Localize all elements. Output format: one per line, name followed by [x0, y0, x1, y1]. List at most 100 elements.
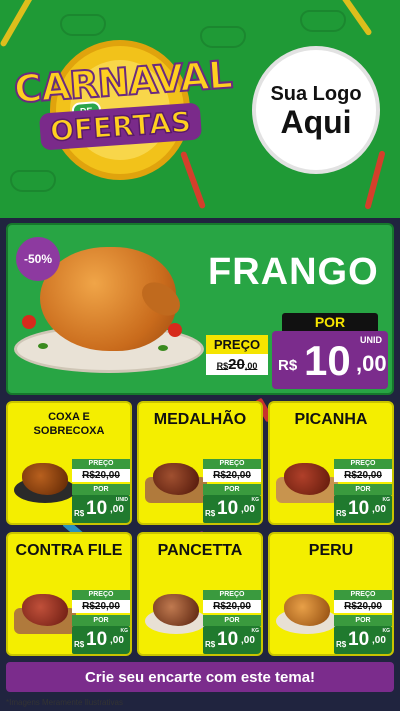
new-price-unit: UNID	[360, 335, 382, 345]
old-price-value: R$20,00	[334, 600, 392, 613]
new-price-currency: R$	[278, 357, 298, 374]
product-price: PREÇO R$20,00 POR R$ 10 ,00 KG	[334, 459, 392, 523]
old-price-cents: ,00	[244, 361, 258, 371]
product-card-coxa[interactable]: COXA E SOBRECOXA PREÇO R$20,00 POR R$ 10…	[6, 401, 132, 525]
brand-line1: Sua Logo	[270, 82, 362, 105]
price-currency: R$	[205, 509, 216, 518]
old-price-value: R$20,00	[72, 469, 130, 482]
header-banner: CARNAVAL DE OFERTAS Sua Logo Aqui	[0, 0, 400, 218]
product-image	[145, 459, 207, 505]
create-flyer-button[interactable]: Crie seu encarte com este tema!	[6, 662, 394, 692]
mask-icon	[200, 26, 246, 48]
confetti-streamer	[0, 0, 35, 48]
product-card-peru[interactable]: PERU PREÇO R$20,00 POR R$ 10 ,00 KG	[268, 532, 394, 656]
logo-title-ofertas-text: OFERTAS	[48, 104, 193, 148]
old-price-label: PREÇO	[72, 590, 130, 600]
old-price-int: 20	[228, 356, 245, 373]
new-price-int: 10	[304, 337, 351, 384]
tomato-garnish	[22, 315, 36, 329]
price-currency: R$	[74, 640, 85, 649]
price-cents: ,00	[110, 504, 124, 515]
logo-title-carnaval: CARNAVAL	[12, 51, 234, 112]
price-cents: ,00	[372, 504, 386, 515]
brand-logo-placeholder: Sua Logo Aqui	[252, 46, 380, 174]
old-price-value: R$20,00	[203, 469, 261, 482]
price-unit: KG	[251, 497, 260, 503]
price-cents: ,00	[372, 635, 386, 646]
product-price: PREÇO R$20,00 POR R$ 10 ,00 KG	[203, 459, 261, 523]
old-price-label: PREÇO	[203, 590, 261, 600]
old-price-value: R$20,00	[72, 600, 130, 613]
old-price-label: PREÇO	[334, 459, 392, 469]
new-price-value: R$ 10 ,00 KG	[203, 495, 261, 523]
confetti-streamer	[179, 150, 207, 210]
tomato-garnish	[168, 323, 182, 337]
price-unit: UNID	[115, 497, 128, 503]
old-price-value: R$20,00	[334, 469, 392, 482]
price-unit: KG	[382, 628, 391, 634]
price-currency: R$	[205, 640, 216, 649]
price-cents: ,00	[110, 635, 124, 646]
product-name: PICANHA	[294, 411, 368, 428]
old-price-label: PREÇO	[334, 590, 392, 600]
hero-product-name: FRANGO	[208, 251, 379, 293]
new-price-value: R$ 10 ,00 KG	[334, 626, 392, 654]
product-price: PREÇO R$20,00 POR R$ 10 ,00 UNID	[72, 459, 130, 523]
price-int: 10	[348, 629, 370, 650]
mask-icon	[300, 10, 346, 32]
old-price-value: R$20,00	[203, 600, 261, 613]
new-price-label: POR	[203, 484, 261, 495]
price-unit: KG	[251, 628, 260, 634]
product-image	[14, 590, 76, 636]
product-image	[276, 590, 338, 636]
new-price-cents: ,00	[356, 351, 387, 376]
product-name: MEDALHÃO	[153, 411, 247, 428]
price-int: 10	[217, 629, 239, 650]
price-cents: ,00	[241, 504, 255, 515]
new-price-value: R$ 10 ,00 UNID	[272, 331, 388, 389]
herb-garnish	[38, 343, 48, 349]
old-price-label: PREÇO	[206, 335, 268, 354]
price-unit: KG	[120, 628, 129, 634]
new-price-label: POR	[72, 615, 130, 626]
product-name: CONTRA FILE	[15, 542, 123, 559]
new-price-value: R$ 10 ,00 UNID	[72, 495, 130, 523]
new-price-label: POR	[72, 484, 130, 495]
price-int: 10	[217, 498, 239, 519]
old-price-label: PREÇO	[203, 459, 261, 469]
product-image	[145, 590, 207, 636]
mask-icon	[10, 170, 56, 192]
product-image	[276, 459, 338, 505]
new-price-label: POR	[334, 615, 392, 626]
price-int: 10	[86, 629, 108, 650]
product-card-pancetta[interactable]: PANCETTA PREÇO R$20,00 POR R$ 10 ,00 KG	[137, 532, 263, 656]
new-price-label: POR	[203, 615, 261, 626]
confetti-streamer	[364, 150, 386, 210]
price-int: 10	[348, 498, 370, 519]
brand-line2: Aqui	[280, 103, 352, 140]
mask-icon	[60, 14, 106, 36]
discount-badge: -50%	[16, 237, 60, 281]
new-price-label: POR	[334, 484, 392, 495]
hero-old-price: PREÇO R$20,00	[206, 335, 268, 385]
new-price-value: R$ 10 ,00 KG	[203, 626, 261, 654]
price-cents: ,00	[241, 635, 255, 646]
price-currency: R$	[74, 509, 85, 518]
old-price-label: PREÇO	[72, 459, 130, 469]
disclaimer-footnote: *Imagens Meramente Ilustrativas	[6, 698, 123, 707]
product-price: PREÇO R$20,00 POR R$ 10 ,00 KG	[334, 590, 392, 654]
new-price-value: R$ 10 ,00 KG	[72, 626, 130, 654]
price-int: 10	[86, 498, 108, 519]
product-card-contra-file[interactable]: CONTRA FILE PREÇO R$20,00 POR R$ 10 ,00 …	[6, 532, 132, 656]
product-name: PERU	[308, 542, 354, 559]
product-price: PREÇO R$20,00 POR R$ 10 ,00 KG	[72, 590, 130, 654]
price-unit: KG	[382, 497, 391, 503]
new-price-value: R$ 10 ,00 KG	[334, 495, 392, 523]
price-currency: R$	[336, 640, 347, 649]
new-price-label: POR	[282, 313, 378, 331]
product-card-picanha[interactable]: PICANHA PREÇO R$20,00 POR R$ 10 ,00 KG	[268, 401, 394, 525]
old-price-value: R$20,00	[206, 354, 268, 375]
price-currency: R$	[336, 509, 347, 518]
hero-offer[interactable]: -50% FRANGO PREÇO R$20,00 POR R$ 10 ,00 …	[6, 223, 394, 395]
product-card-medalhao[interactable]: MEDALHÃO PREÇO R$20,00 POR R$ 10 ,00 KG	[137, 401, 263, 525]
